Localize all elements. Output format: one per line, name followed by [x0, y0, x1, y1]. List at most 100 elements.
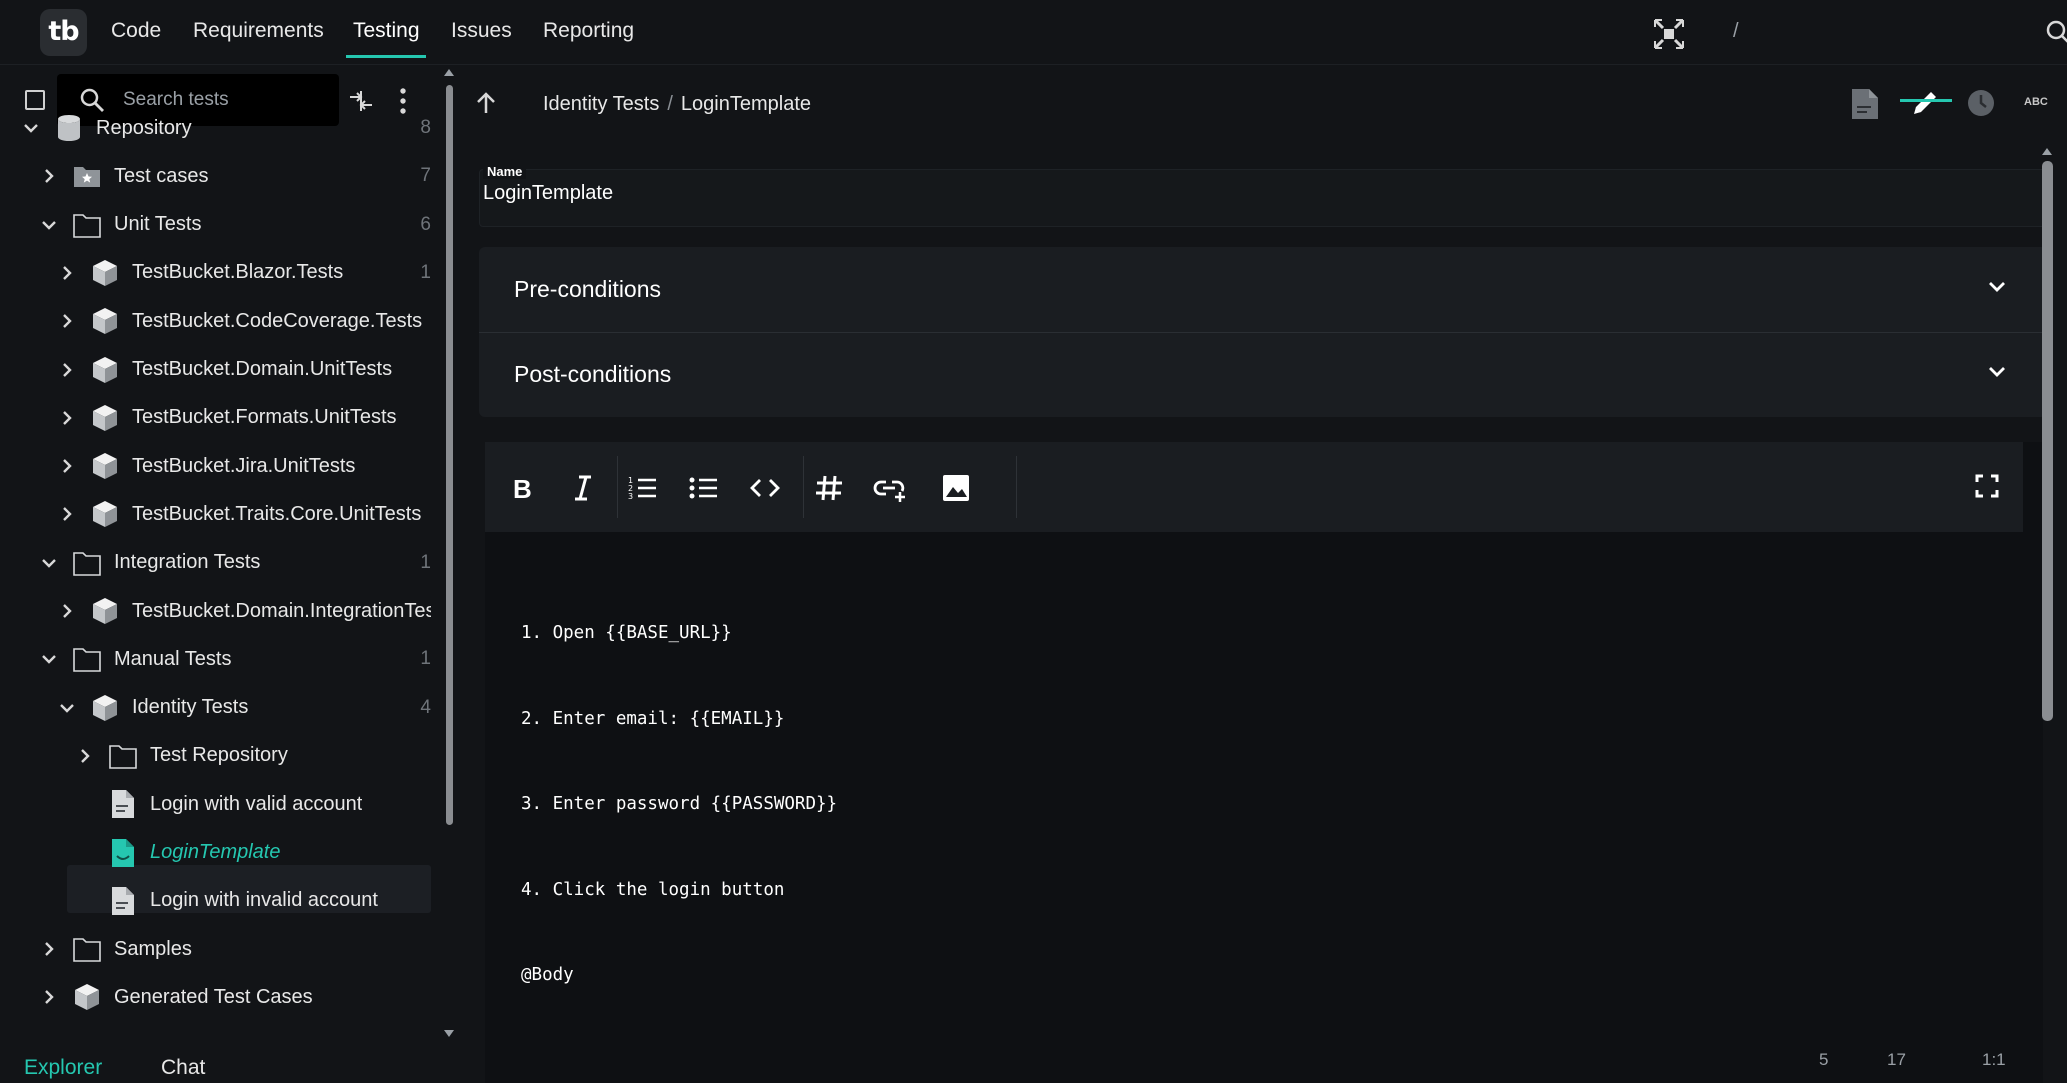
history-icon[interactable] [1966, 88, 1996, 118]
tree-item[interactable]: Samples [40, 926, 431, 972]
bold-icon[interactable]: B [507, 472, 539, 504]
tree-item-label: Repository [96, 116, 192, 139]
chevron-right-icon[interactable] [58, 361, 76, 379]
top-divider-slash: / [1733, 20, 1739, 42]
tree-item-label: Unit Tests [114, 213, 202, 236]
chevron-down-icon[interactable] [1987, 280, 2007, 294]
focus-icon[interactable] [1653, 18, 1685, 50]
nav-reporting[interactable]: Reporting [543, 19, 634, 43]
image-icon[interactable] [940, 472, 972, 504]
editor-line: @Body [521, 965, 574, 985]
tree-item[interactable]: TestBucket.Traits.Core.UnitTests [58, 491, 431, 537]
tree-item[interactable]: Test cases 7 [40, 153, 431, 199]
cube-icon [90, 451, 120, 481]
chevron-right-icon[interactable] [40, 167, 58, 185]
scroll-up-arrow[interactable] [2042, 147, 2052, 155]
chevron-down-icon[interactable] [40, 216, 58, 234]
name-field-value[interactable]: LoginTemplate [483, 182, 613, 205]
chevron-down-icon[interactable] [40, 650, 58, 668]
tree-item[interactable]: Integration Tests 1 [40, 540, 431, 586]
tree-item[interactable]: TestBucket.Jira.UnitTests [58, 443, 431, 489]
tree-item[interactable]: TestBucket.Domain.UnitTests [58, 347, 431, 393]
editor-line: 4. Click the login button [521, 879, 785, 900]
chevron-right-icon[interactable] [58, 457, 76, 475]
star-folder-icon [72, 161, 102, 191]
tree-item[interactable]: Unit Tests 6 [40, 202, 431, 248]
editor-line: 1. Open {{BASE_URL}} [521, 623, 732, 643]
tree-item[interactable]: Repository 8 [22, 105, 431, 151]
tree-item[interactable]: TestBucket.CodeCoverage.Tests [58, 298, 431, 344]
chevron-down-icon[interactable] [58, 699, 76, 717]
italic-icon[interactable] [567, 472, 599, 504]
chevron-right-icon[interactable] [58, 409, 76, 427]
status-lines: 5 [1819, 1050, 1829, 1069]
sidebar-scrollbar-thumb[interactable] [446, 85, 453, 825]
nav-code[interactable]: Code [111, 19, 161, 43]
tree-item-label: Test Repository [150, 744, 288, 767]
numbered-list-icon[interactable]: 123 [627, 472, 659, 504]
tree-item[interactable]: TestBucket.Formats.UnitTests [58, 395, 431, 441]
tree-item[interactable]: TestBucket.Domain.IntegrationTests [58, 588, 431, 634]
chevron-down-icon[interactable] [40, 554, 58, 572]
code-icon[interactable] [749, 472, 781, 504]
chevron-right-icon[interactable] [58, 602, 76, 620]
fullscreen-icon[interactable] [1973, 472, 2005, 504]
main-scrollbar-thumb[interactable] [2042, 161, 2053, 721]
cube-icon [90, 693, 120, 723]
tree-item[interactable]: Login with invalid account [76, 878, 431, 924]
tree-item[interactable]: Login with valid account [76, 781, 431, 827]
toolbar-separator [617, 456, 618, 518]
tab-chat[interactable]: Chat [161, 1056, 205, 1080]
chevron-right-icon[interactable] [58, 264, 76, 282]
chevron-right-icon[interactable] [40, 940, 58, 958]
post-conditions-section[interactable]: Post-conditions [479, 332, 2047, 417]
name-field-label: Name [483, 164, 527, 179]
pre-conditions-section[interactable]: Pre-conditions [479, 247, 2047, 332]
scroll-down-arrow[interactable] [444, 1030, 454, 1038]
chevron-down-icon[interactable] [22, 119, 40, 137]
tree-item[interactable]: Manual Tests 1 [40, 636, 431, 682]
tree-item-count: 6 [420, 213, 431, 235]
arrow-up-icon[interactable] [475, 91, 497, 115]
chevron-right-icon[interactable] [40, 988, 58, 1006]
tree-item[interactable]: Identity Tests 4 [58, 685, 431, 731]
hashtag-icon[interactable] [813, 472, 845, 504]
scroll-up-arrow[interactable] [444, 68, 454, 76]
insert-link-icon[interactable] [873, 472, 905, 504]
chevron-right-icon[interactable] [76, 747, 94, 765]
tree-item[interactable]: Generated Test Cases [40, 974, 431, 1020]
nav-requirements[interactable]: Requirements [193, 19, 324, 43]
database-icon [54, 113, 84, 143]
folder-icon [72, 934, 102, 964]
tree-item-label: Samples [114, 937, 192, 960]
nav-testing[interactable]: Testing [353, 19, 420, 43]
chevron-right-icon[interactable] [58, 312, 76, 330]
tree-item[interactable]: LoginTemplate [76, 830, 431, 876]
search-icon[interactable] [2044, 18, 2067, 46]
svg-text:3: 3 [628, 492, 633, 501]
edit-icon[interactable] [1911, 87, 1941, 117]
name-field[interactable] [479, 169, 2047, 227]
editor-toolbar: B 123 [485, 442, 2023, 532]
folder-icon [72, 210, 102, 240]
app-logo[interactable]: tb [40, 9, 87, 56]
tree-item-label: Identity Tests [132, 696, 249, 719]
nav-issues[interactable]: Issues [451, 19, 512, 43]
template-icon [108, 838, 138, 868]
tab-explorer[interactable]: Explorer [24, 1056, 102, 1080]
tree-item[interactable]: Test Repository [76, 733, 431, 779]
tree-item-count: 7 [420, 165, 431, 187]
toolbar-separator [1016, 456, 1017, 518]
bullet-list-icon[interactable] [688, 472, 720, 504]
breadcrumb-parent[interactable]: Identity Tests [543, 93, 659, 116]
editor-content[interactable]: 1. Open {{BASE_URL}} 2. Enter email: {{E… [521, 562, 837, 1047]
document-icon[interactable] [1850, 87, 1880, 121]
chevron-down-icon[interactable] [1987, 365, 2007, 379]
cube-icon [90, 499, 120, 529]
tree-item-count: 4 [420, 696, 431, 718]
tree-item-label: LoginTemplate [150, 841, 281, 863]
tree-item[interactable]: TestBucket.Blazor.Tests 1 [58, 250, 431, 296]
tree-item-label: TestBucket.CodeCoverage.Tests [132, 309, 423, 332]
spellcheck-icon[interactable]: ABC [2024, 96, 2048, 108]
chevron-right-icon[interactable] [58, 505, 76, 523]
